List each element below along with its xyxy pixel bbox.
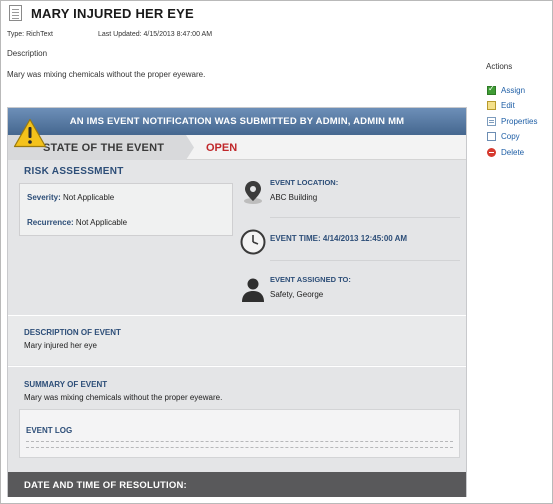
description-of-event-text: Mary injured her eye	[24, 341, 97, 350]
copy-action[interactable]: Copy	[487, 130, 520, 142]
severity-value: Not Applicable	[63, 193, 115, 202]
resolution-heading: DATE AND TIME OF RESOLUTION:	[24, 480, 187, 491]
edit-label: Edit	[501, 100, 515, 110]
page-title: MARY INJURED HER EYE	[31, 6, 194, 21]
copy-icon	[487, 131, 496, 141]
person-icon	[242, 278, 264, 302]
info-divider	[270, 260, 460, 261]
event-log-heading: EVENT LOG	[26, 426, 73, 435]
event-log-line	[26, 447, 453, 448]
assign-label: Assign	[501, 85, 526, 95]
recurrence-label: Recurrence:	[27, 218, 74, 227]
risk-assessment-box: Severity: Not Applicable Recurrence: Not…	[19, 183, 233, 236]
properties-label: Properties	[501, 116, 538, 126]
info-divider	[270, 217, 460, 218]
type-text: Type: RichText	[7, 31, 53, 38]
recurrence-value: Not Applicable	[75, 218, 128, 227]
severity-label: Severity:	[27, 193, 61, 202]
event-assigned-heading: EVENT ASSIGNED TO:	[270, 275, 351, 284]
event-time-heading: EVENT TIME: 4/14/2013 12:45:00 AM	[270, 234, 408, 243]
description-section: DESCRIPTION OF EVENT Mary injured her ey…	[8, 316, 466, 365]
delete-action[interactable]: Delete	[487, 146, 524, 158]
state-label: STATE OF THE EVENT	[43, 142, 165, 154]
document-icon	[9, 5, 22, 21]
recurrence-row: Recurrence: Not Applicable	[27, 218, 127, 227]
state-value: OPEN	[206, 142, 238, 154]
state-bar: STATE OF THE EVENT OPEN	[8, 135, 466, 160]
event-time-item: EVENT TIME: 4/14/2013 12:45:00 AM	[240, 228, 460, 256]
last-updated-text: Last Updated: 4/15/2013 8:47:00 AM	[98, 31, 213, 38]
assign-action[interactable]: Assign	[487, 84, 525, 96]
assign-icon	[487, 84, 496, 95]
properties-icon	[487, 116, 496, 126]
warning-icon	[13, 118, 47, 148]
clock-icon	[240, 229, 266, 255]
event-location-heading: EVENT LOCATION:	[270, 178, 339, 187]
event-notification-panel: AN IMS EVENT NOTIFICATION WAS SUBMITTED …	[7, 107, 467, 497]
risk-assessment-title: RISK ASSESSMENT	[24, 166, 124, 177]
event-location-value: ABC Building	[270, 193, 318, 202]
delete-label: Delete	[501, 147, 525, 157]
event-log-line	[26, 441, 453, 442]
actions-title: Actions	[486, 62, 513, 71]
edit-icon	[487, 100, 496, 110]
location-pin-icon	[244, 181, 262, 204]
event-assigned-value: Safety, George	[270, 290, 324, 299]
summary-of-event-text: Mary was mixing chemicals without the pr…	[24, 393, 223, 402]
section-notch	[18, 367, 30, 373]
notification-banner: AN IMS EVENT NOTIFICATION WAS SUBMITTED …	[8, 108, 466, 135]
description-of-event-heading: DESCRIPTION OF EVENT	[24, 328, 121, 337]
delete-icon	[487, 147, 496, 157]
resolution-bar: DATE AND TIME OF RESOLUTION:	[8, 472, 466, 497]
severity-row: Severity: Not Applicable	[27, 193, 114, 202]
description-label: Description	[7, 49, 48, 58]
description-text: Mary was mixing chemicals without the pr…	[7, 70, 206, 79]
summary-of-event-heading: SUMMARY OF EVENT	[24, 380, 108, 389]
properties-action[interactable]: Properties	[487, 115, 537, 127]
event-assigned-item: EVENT ASSIGNED TO: Safety, George	[240, 274, 460, 304]
section-divider	[8, 366, 466, 367]
event-log-box: EVENT LOG	[19, 409, 460, 458]
edit-action[interactable]: Edit	[487, 99, 515, 111]
event-location-item: EVENT LOCATION: ABC Building	[240, 178, 460, 208]
copy-label: Copy	[501, 131, 520, 141]
